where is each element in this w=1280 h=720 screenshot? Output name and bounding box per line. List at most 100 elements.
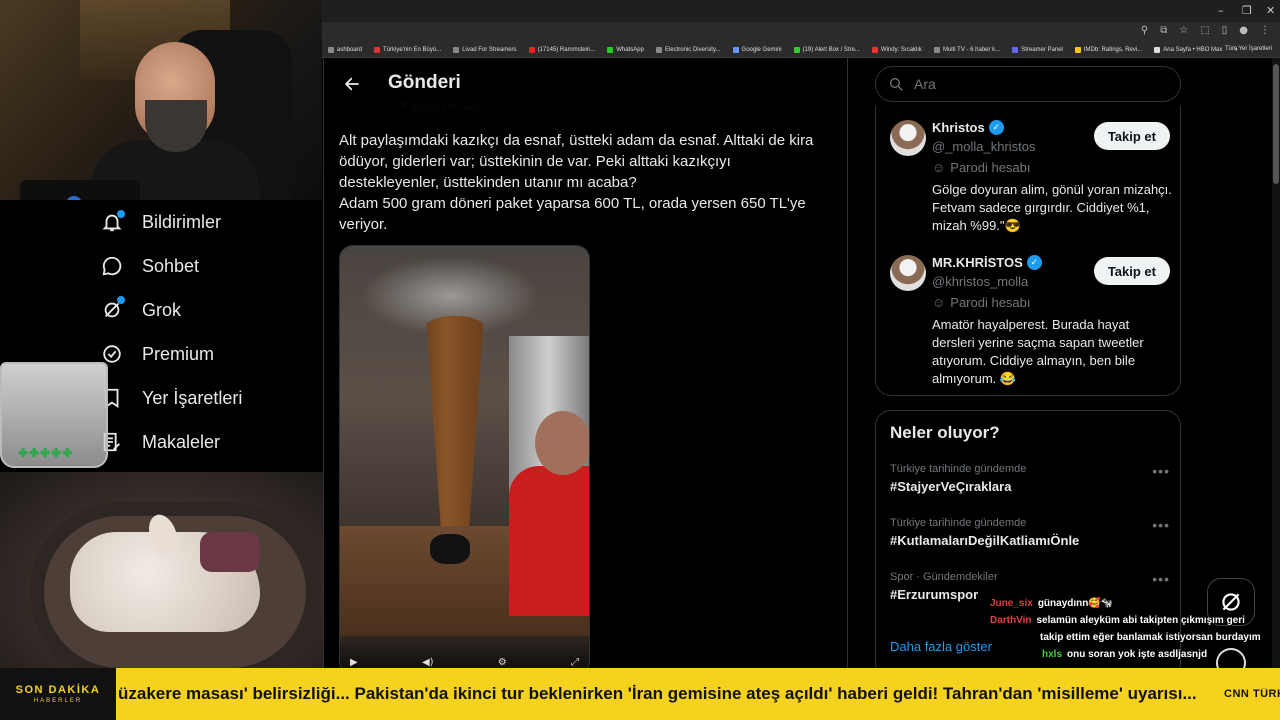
- bookmark-favicon-icon: [607, 46, 614, 53]
- user-bio: Gölge doyuran alim, gönül yoran mizahçı.…: [932, 182, 1172, 233]
- bookmark-item[interactable]: (17145) Rammstein...: [523, 46, 602, 53]
- arrow-left-icon: [345, 77, 359, 91]
- bookmark-item[interactable]: IMDb: Ratings, Revi...: [1069, 46, 1148, 53]
- nav-item-articles[interactable]: Makaleler: [100, 430, 220, 454]
- bookmark-item[interactable]: Google Gemini: [727, 46, 788, 53]
- bookmark-label: (19) Alert Box / Stre...: [802, 46, 860, 53]
- bookmark-favicon-icon: [374, 46, 381, 53]
- bookmark-label: ashboard: [337, 46, 363, 53]
- bookmark-label: (17145) Rammstein...: [537, 46, 596, 53]
- show-more-link[interactable]: Daha fazla göster: [890, 639, 992, 654]
- bookmark-favicon-icon: [1154, 46, 1161, 53]
- nav-item-label: Yer İşaretleri: [142, 387, 243, 408]
- parody-label: ☺ Parodi hesabı: [932, 160, 1031, 175]
- follow-suggestion[interactable]: MR.KHRİSTOS ✓ @khristos_molla ☺ Parodi hesab…: [890, 255, 1170, 386]
- chat-message: DarthVin selamün aleyküm abi takipten çık…: [990, 615, 1245, 626]
- trend-context: Spor · Gündemdekiler: [890, 571, 998, 583]
- profile-icon[interactable]: ●: [1239, 25, 1248, 36]
- bookmark-item[interactable]: Ana Sayfa • HBO Max: [1148, 46, 1228, 53]
- bookmark-item[interactable]: Windy: Sıcaklık: [866, 46, 928, 53]
- minimize-icon[interactable]: –: [1218, 4, 1224, 17]
- volume-icon[interactable]: ◀): [422, 657, 434, 668]
- bookmark-item[interactable]: (19) Alert Box / Stre...: [788, 46, 866, 53]
- bookmark-favicon-icon: [1074, 46, 1081, 53]
- more-options-icon[interactable]: •••: [1152, 571, 1170, 587]
- nav-item-label: Makaleler: [142, 431, 221, 452]
- back-button[interactable]: [338, 70, 366, 98]
- extensions-icon[interactable]: ⬚: [1200, 25, 1209, 36]
- follow-button[interactable]: Takip et: [1093, 122, 1170, 150]
- bookmark-label: Türkiye'nin En Büyü...: [383, 46, 442, 53]
- trend-name: #KutlamalarıDeğilKatliamıÖnle: [890, 533, 1080, 548]
- nav-item-label: Premium: [142, 343, 215, 364]
- video-controls: ▶ ◀) ⚙ ⤢: [340, 634, 589, 668]
- bookmark-label: Livad For Streamers: [462, 46, 517, 53]
- more-options-icon[interactable]: •••: [1152, 463, 1170, 479]
- fullscreen-icon[interactable]: ⤢: [571, 657, 579, 668]
- trend-name: #StajyerVeÇıraklara: [890, 479, 1012, 494]
- all-bookmarks-button[interactable]: Tüm Yer İşaretleri: [1225, 46, 1272, 52]
- parody-label: ☺ Parodi hesabı: [932, 295, 1031, 310]
- bookmark-item[interactable]: Türkiye'nin En Büyü...: [368, 46, 447, 53]
- post-video[interactable]: ▶ ◀) ⚙ ⤢: [339, 245, 590, 668]
- nav-item-premium[interactable]: Premium: [100, 342, 214, 366]
- trend-item[interactable]: Türkiye tarihinde gündemde #StajyerVeÇıra…: [890, 463, 1170, 507]
- bookmark-label: Multi TV - 6 haber k...: [942, 46, 1001, 53]
- bookmark-item[interactable]: Multi TV - 6 haber k...: [928, 46, 1006, 53]
- nav-item-bookmark[interactable]: Yer İşaretleri: [100, 386, 242, 410]
- chat-username: DarthVin: [990, 615, 1032, 626]
- trend-context: Türkiye tarihinde gündemde: [890, 517, 1027, 529]
- parody-text: Parodi hesabı: [950, 295, 1031, 310]
- user-name[interactable]: MR.KHRİSTOS ✓: [932, 255, 1042, 270]
- follow-button[interactable]: Takip et: [1093, 257, 1170, 285]
- nav-item-chat[interactable]: Sohbet: [100, 254, 199, 278]
- nav-item-label: Sohbet: [142, 255, 200, 276]
- chat-text: günaydınn🥰🐄: [1037, 598, 1114, 609]
- page-scrollbar[interactable]: [1272, 58, 1280, 668]
- avatar[interactable]: [890, 255, 926, 291]
- trend-item[interactable]: Türkiye tarihinde gündemde #KutlamalarıDe…: [890, 517, 1170, 561]
- star-icon[interactable]: ☆: [1179, 25, 1188, 36]
- glass-cup-overlay: ✤✤✤✤✤: [0, 362, 108, 468]
- trend-context: Türkiye tarihinde gündemde: [890, 463, 1027, 475]
- search-box[interactable]: [875, 66, 1181, 102]
- close-icon[interactable]: ✕: [1266, 4, 1275, 17]
- search-input[interactable]: [914, 76, 1154, 92]
- chat-text: selamün aleyküm abi takipten çıkmışım ge…: [1036, 615, 1245, 626]
- bookmark-item[interactable]: Streamer Panel: [1006, 46, 1069, 53]
- bookmark-favicon-icon: [655, 46, 662, 53]
- parody-text: Parodi hesabı: [950, 160, 1031, 175]
- user-name[interactable]: Khristos ✓: [932, 120, 1004, 135]
- chat-username: June_six: [990, 598, 1033, 609]
- search-icon: [890, 78, 903, 91]
- play-icon[interactable]: ▶: [350, 657, 358, 668]
- bookmark-label: Ana Sayfa • HBO Max: [1163, 46, 1223, 53]
- news-ticker: SON DAKİKA HABERLER üzakere masası' beli…: [0, 668, 1280, 720]
- browser-titlebar: – ❐ ✕: [322, 0, 1280, 22]
- page-title: Gönderi: [388, 72, 461, 93]
- streamer-webcam: [0, 0, 322, 210]
- bookmark-item[interactable]: Livad For Streamers: [447, 46, 522, 53]
- settings-icon[interactable]: ⚙: [498, 657, 507, 668]
- bookmark-favicon-icon: [328, 46, 334, 53]
- bookmark-label: WhatsApp: [616, 46, 644, 53]
- bookmark-item[interactable]: ashboard: [322, 46, 368, 53]
- zoom-icon[interactable]: ⚲: [1141, 25, 1148, 36]
- nav-item-label: Bildirimler: [142, 211, 222, 232]
- chat-icon: [100, 254, 124, 278]
- restore-icon[interactable]: ❐: [1242, 4, 1252, 17]
- bookmark-item[interactable]: WhatsApp: [601, 46, 650, 53]
- bookmark-favicon-icon: [933, 46, 940, 53]
- cast-icon[interactable]: ⧉: [1160, 25, 1167, 36]
- dog-camera: [0, 472, 333, 668]
- verified-badge-icon: ✓: [1026, 255, 1042, 270]
- avatar[interactable]: [890, 120, 926, 156]
- menu-icon[interactable]: ⋮: [1260, 25, 1270, 36]
- sidepanel-icon[interactable]: ▯: [1222, 25, 1228, 36]
- bookmark-item[interactable]: Electronic Diversity...: [650, 46, 727, 53]
- follow-suggestion[interactable]: Khristos ✓ @_molla_khristos ☺ Parodi hesabı G…: [890, 120, 1172, 245]
- nav-item-grok[interactable]: Grok: [100, 298, 181, 322]
- post-column: ☺ Parodi hesabı Gönderi Alt paylaşımdaki…: [323, 58, 848, 668]
- right-sidebar: Khristos✓@_molla_khristos☺Parodi hesabıG…: [860, 58, 1270, 668]
- more-options-icon[interactable]: •••: [1152, 517, 1170, 533]
